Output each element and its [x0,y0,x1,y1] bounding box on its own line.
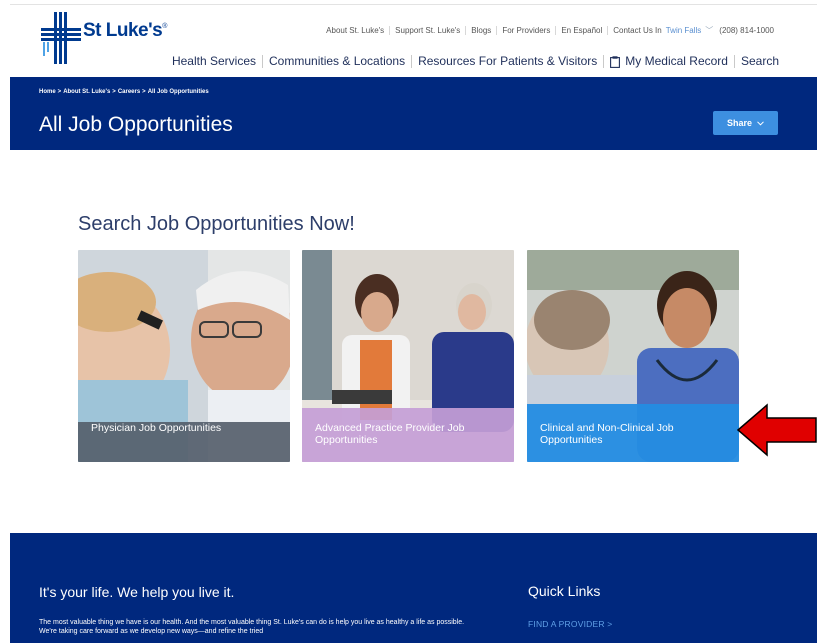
utility-nav: About St. Luke's Support St. Luke's Blog… [321,26,779,35]
utility-link-espanol[interactable]: En Español [555,26,607,35]
footer-tagline: It's your life. We help you live it. [39,584,235,600]
quick-link-find-provider[interactable]: FIND A PROVIDER > [528,619,612,629]
card-physician-jobs[interactable]: Physician Job Opportunities [78,250,290,462]
breadcrumb-about[interactable]: About St. Luke's [63,89,110,95]
main-nav: Health Services Communities & Locations … [166,55,779,68]
utility-link-support[interactable]: Support St. Luke's [389,26,465,35]
section-title: Search Job Opportunities Now! [78,213,355,235]
chevron-down-icon[interactable]: ﹀ [701,26,717,35]
card-label: Physician Job Opportunities [91,422,222,434]
breadcrumb-current: All Job Opportunities [147,89,209,95]
red-arrow-icon [737,403,817,457]
breadcrumb-separator: > [142,89,146,95]
logo-cross-icon [41,12,81,64]
card-label: Advanced Practice Provider Job Opportuni… [315,422,465,446]
nav-resources[interactable]: Resources For Patients & Visitors [411,55,603,68]
utility-link-about[interactable]: About St. Luke's [321,26,389,35]
location-selector[interactable]: Twin Falls [662,26,702,35]
page-title: All Job Opportunities [39,113,233,136]
breadcrumb-separator: > [112,89,116,95]
quick-links-title: Quick Links [528,583,601,599]
card-clinical-jobs[interactable]: Clinical and Non-Clinical Job Opportunit… [527,250,739,462]
footer-body: The most valuable thing we have is our h… [39,619,465,635]
utility-link-contact[interactable]: Contact Us In Twin Falls ﹀ (208) 814-1000 [607,26,779,35]
nav-search[interactable]: Search [733,55,779,68]
card-advanced-practice-jobs[interactable]: Advanced Practice Provider Job Opportuni… [302,250,514,462]
nav-my-medical-record-label: My Medical Record [625,54,728,68]
logo-text: St Luke's® [83,20,167,42]
page-banner: Home > About St. Luke's > Careers > All Job Op… [10,77,817,150]
document-icon [610,55,621,68]
card-label: Clinical and Non-Clinical Job Opportunit… [540,422,674,446]
phone-number[interactable]: (208) 814-1000 [717,26,774,35]
site-header: St Luke's® About St. Luke's Support St. … [10,0,817,77]
nav-communities-locations[interactable]: Communities & Locations [262,55,411,68]
chevron-down-icon [757,120,764,126]
utility-link-blogs[interactable]: Blogs [465,26,496,35]
breadcrumb-home[interactable]: Home [39,89,56,95]
breadcrumb: Home > About St. Luke's > Careers > All Job Op… [39,89,209,95]
utility-link-providers[interactable]: For Providers [496,26,555,35]
contact-label: Contact Us In [613,26,662,35]
st-lukes-logo[interactable]: St Luke's® [41,12,181,64]
breadcrumb-careers[interactable]: Careers [118,89,140,95]
share-button[interactable]: Share [713,111,778,135]
share-label: Share [726,118,752,128]
top-divider [10,4,817,5]
brand-name: St Luke's [83,20,163,41]
brand-mark: ® [162,23,167,30]
site-footer: It's your life. We help you live it. The… [10,533,817,643]
nav-my-medical-record[interactable]: My Medical Record [603,55,734,68]
nav-health-services[interactable]: Health Services [166,55,262,68]
